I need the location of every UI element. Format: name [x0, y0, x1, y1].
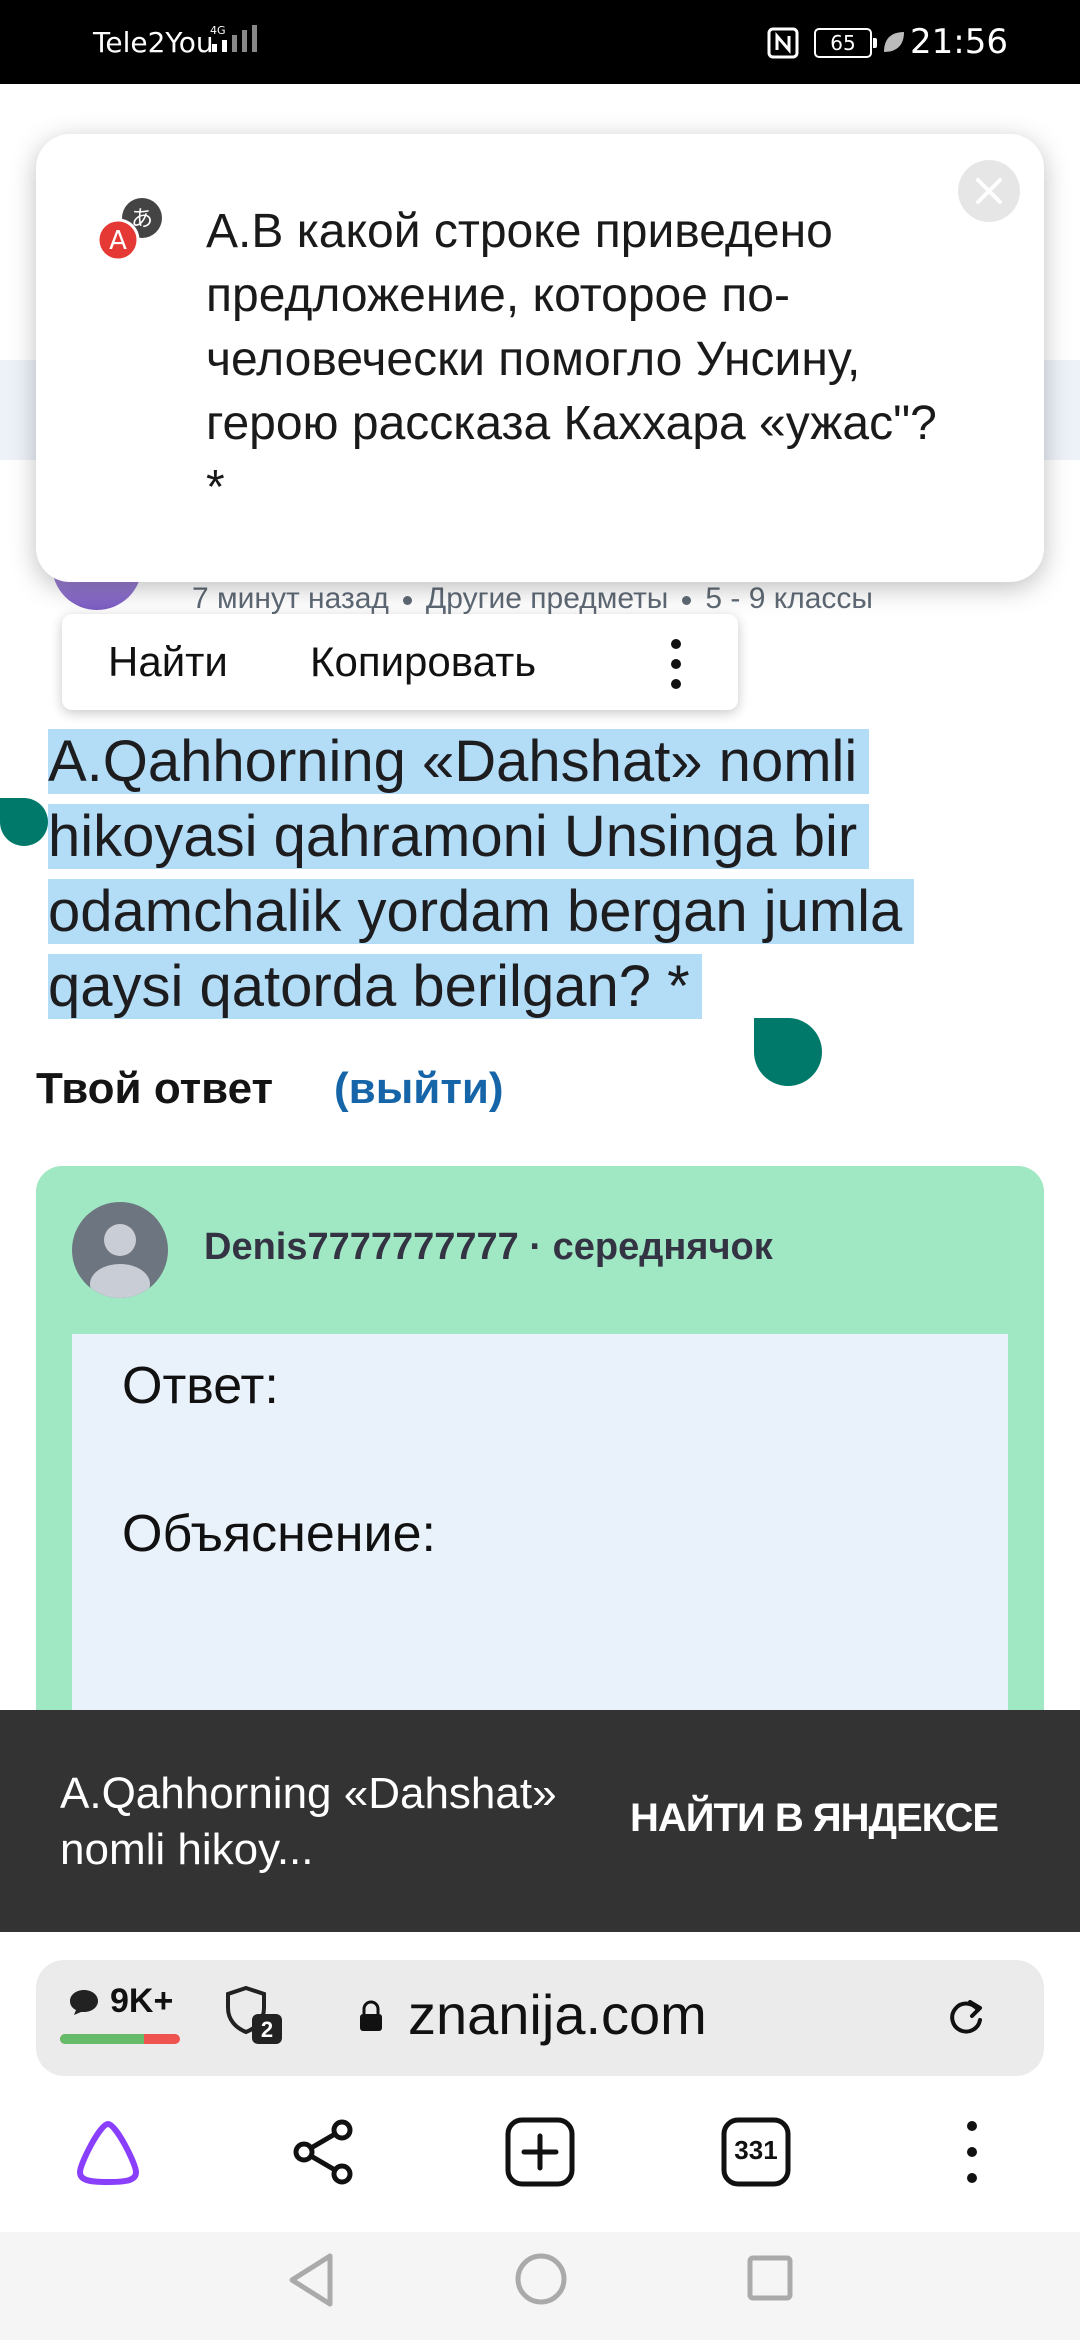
signal-icon: 4G: [210, 24, 257, 52]
battery-level: 65: [830, 31, 856, 55]
text-selection-menu: Найти Копировать: [62, 614, 738, 710]
question-meta: 7 минут назад Другие предметы 5 - 9 классы: [192, 582, 873, 616]
explanation-label: Объяснение:: [122, 1505, 436, 1563]
question-time: 7 минут назад: [192, 582, 389, 615]
comments-icon[interactable]: [68, 1988, 100, 2016]
find-button[interactable]: Найти: [108, 638, 228, 686]
comments-count[interactable]: 9K+: [110, 1982, 173, 2021]
tabs-count: 331: [734, 2135, 778, 2165]
more-options-icon[interactable]: [666, 636, 686, 692]
clock: 21:56: [910, 22, 1008, 62]
selected-question-text[interactable]: A.Qahhorning «Dahshat» nomli hikoyasi qa…: [48, 729, 915, 1019]
user-avatar[interactable]: [72, 1202, 168, 1298]
shield-count: 2: [261, 2017, 273, 2042]
close-popup-button[interactable]: [958, 160, 1020, 222]
answer-username[interactable]: Denis7777777777 · середнячок: [204, 1226, 773, 1269]
question-text[interactable]: A.Qahhorning «Dahshat» nomli hikoyasi qa…: [48, 724, 1028, 1024]
network-type: 4G: [210, 24, 226, 37]
lock-icon[interactable]: [358, 2000, 384, 2032]
share-icon[interactable]: [286, 2114, 362, 2190]
url-text[interactable]: znanija.com: [408, 1982, 707, 2047]
status-bar: Tele2You 4G 65 21:56: [0, 0, 1080, 84]
search-in-yandex-button[interactable]: НАЙТИ В ЯНДЕКСЕ: [630, 1796, 999, 1841]
yandex-search-bar: A.Qahhorning «Dahshat» nomli hikoy... НА…: [0, 1710, 1080, 1932]
new-tab-icon[interactable]: [502, 2114, 578, 2190]
home-icon[interactable]: [514, 2252, 568, 2306]
your-answer-title: Твой ответ: [36, 1064, 274, 1113]
alice-assistant-icon[interactable]: [70, 2114, 146, 2190]
menu-more-icon[interactable]: [934, 2114, 1010, 2190]
power-saving-leaf-icon: [884, 32, 904, 52]
answer-label: Ответ:: [122, 1357, 279, 1415]
rating-bar: [60, 2034, 180, 2044]
selection-handle-start[interactable]: [0, 798, 48, 864]
translate-icon: あ A: [96, 198, 162, 262]
default-avatar-icon: [90, 1224, 150, 1298]
nfc-icon: [767, 27, 799, 59]
address-bar[interactable]: 9K+ 2 znanija.com: [36, 1960, 1044, 2076]
system-navigation-bar: [0, 2232, 1080, 2340]
translation-popup: あ A А.В какой строке приведено предложен…: [36, 134, 1044, 582]
back-icon[interactable]: [286, 2252, 336, 2308]
selection-handle-end[interactable]: [754, 1018, 822, 1086]
reload-icon[interactable]: [942, 1994, 990, 2042]
browser-toolbar: 9K+ 2 znanija.com 331: [0, 1932, 1080, 2232]
question-subject[interactable]: Другие предметы: [426, 582, 668, 615]
selected-query-preview: A.Qahhorning «Dahshat» nomli hikoy...: [60, 1769, 557, 1874]
copy-button[interactable]: Копировать: [310, 638, 536, 686]
answer-card: Denis7777777777 · середнячок Ответ: Объя…: [36, 1166, 1044, 1734]
carrier-name: Tele2You: [93, 26, 214, 59]
svg-text:A: A: [109, 226, 127, 256]
recent-apps-icon[interactable]: [746, 2254, 794, 2302]
answer-body: Ответ: Объяснение:: [72, 1334, 1008, 1734]
battery-icon: 65: [814, 28, 877, 58]
exit-link[interactable]: (выйти): [334, 1064, 504, 1114]
protect-shield-icon[interactable]: 2: [224, 1984, 284, 2048]
tabs-button[interactable]: 331: [718, 2114, 794, 2190]
question-grade[interactable]: 5 - 9 классы: [705, 582, 873, 615]
translated-text: А.В какой строке приведено предложение, …: [206, 205, 937, 514]
close-icon: [976, 178, 1002, 204]
